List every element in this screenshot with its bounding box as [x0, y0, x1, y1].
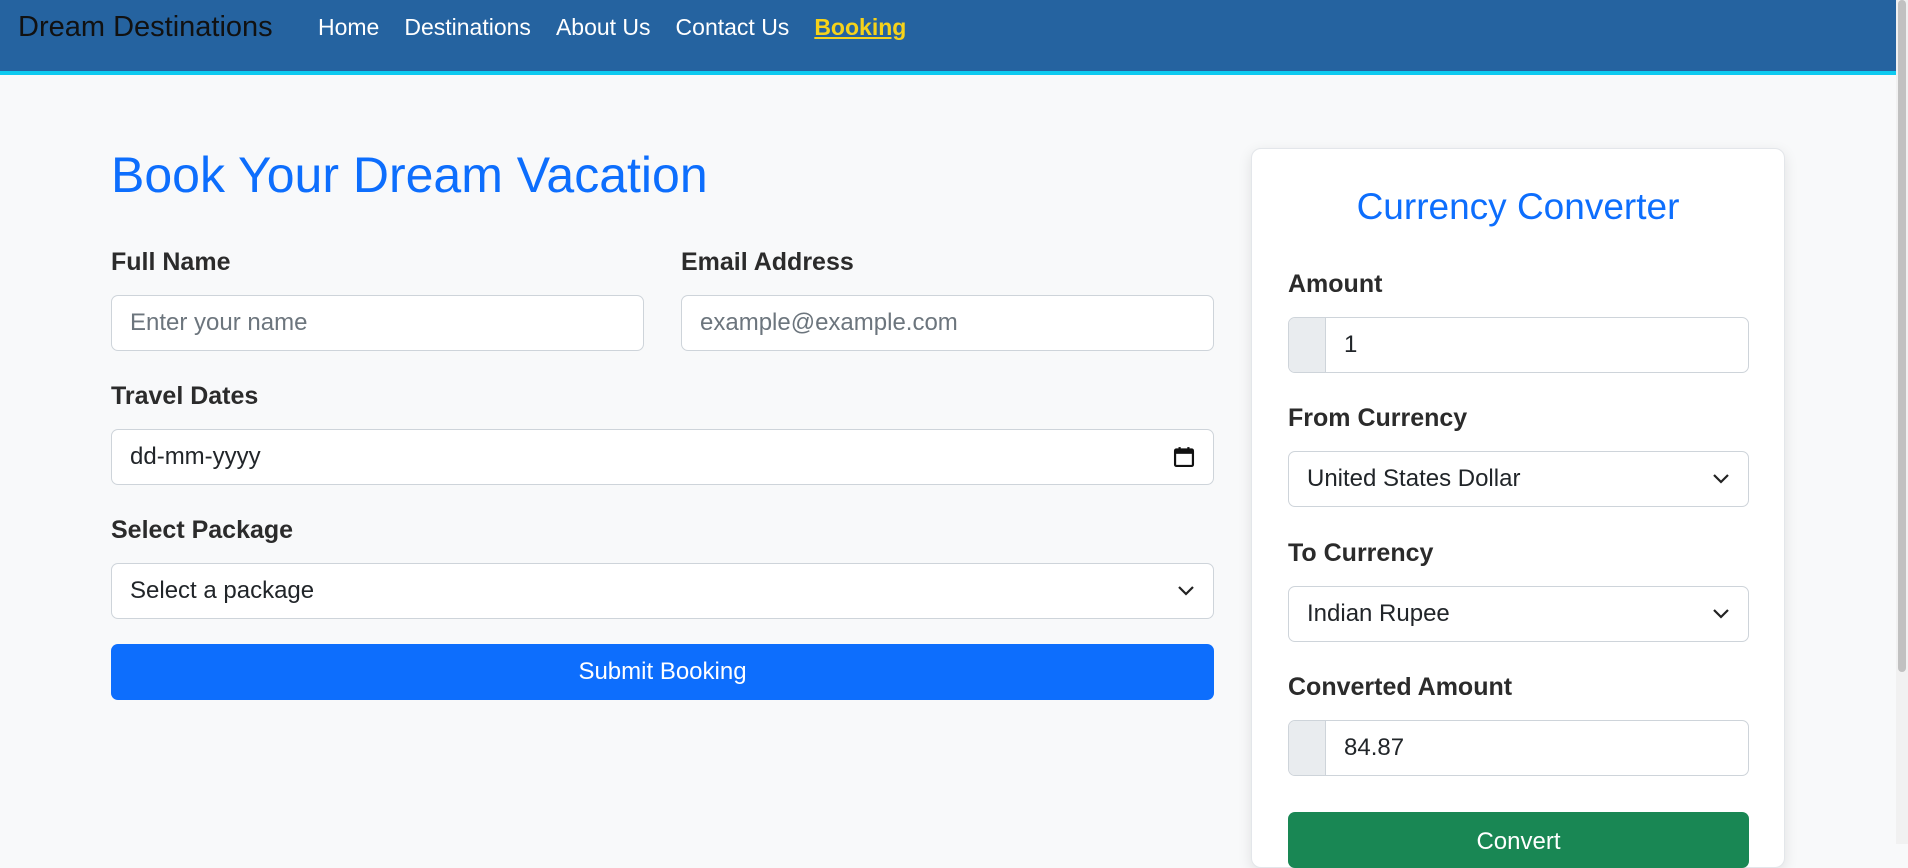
nav-link-contact-us[interactable]: Contact Us: [676, 12, 790, 42]
to-currency-select[interactable]: Indian Rupee: [1288, 586, 1749, 642]
package-select-value: Select a package: [130, 577, 315, 604]
chevron-down-icon: [1178, 586, 1194, 596]
from-currency-value: United States Dollar: [1307, 465, 1521, 492]
to-currency-value: Indian Rupee: [1307, 600, 1450, 627]
email-input[interactable]: [681, 295, 1214, 351]
amount-input[interactable]: 1: [1288, 317, 1749, 373]
converted-amount-value: 84.87: [1344, 734, 1405, 761]
amount-value[interactable]: 1: [1326, 318, 1748, 372]
brand-logo[interactable]: Dream Destinations: [18, 9, 273, 45]
chevron-down-icon: [1713, 474, 1729, 484]
converted-amount-field[interactable]: 84.87: [1288, 720, 1749, 776]
nav-link-destinations[interactable]: Destinations: [404, 12, 531, 42]
nav-link-home[interactable]: Home: [318, 12, 379, 42]
package-select[interactable]: Select a package: [111, 563, 1214, 619]
travel-dates-placeholder: dd-mm-yyyy: [130, 443, 261, 470]
convert-button[interactable]: Convert: [1288, 812, 1749, 868]
to-currency-label: To Currency: [1288, 539, 1434, 567]
email-label: Email Address: [681, 248, 854, 276]
full-name-input[interactable]: [111, 295, 644, 351]
from-currency-label: From Currency: [1288, 404, 1468, 432]
currency-converter-card: Currency Converter Amount 1 From Currenc…: [1251, 148, 1785, 868]
chevron-down-icon: [1713, 609, 1729, 619]
amount-label: Amount: [1288, 270, 1383, 298]
nav-link-booking[interactable]: Booking: [814, 12, 906, 42]
amount-addon: [1289, 318, 1326, 372]
travel-dates-input[interactable]: dd-mm-yyyy: [111, 429, 1214, 485]
from-currency-select[interactable]: United States Dollar: [1288, 451, 1749, 507]
page-scrollbar[interactable]: [1896, 0, 1908, 844]
submit-booking-button[interactable]: Submit Booking: [111, 644, 1214, 700]
calendar-icon[interactable]: [1173, 446, 1195, 468]
full-name-label: Full Name: [111, 248, 231, 276]
scrollbar-thumb[interactable]: [1898, 0, 1906, 672]
nav-link-about-us[interactable]: About Us: [556, 12, 651, 42]
select-package-label: Select Package: [111, 516, 294, 544]
navbar: Dream Destinations Home Destinations Abo…: [0, 0, 1896, 75]
page-title: Book Your Dream Vacation: [111, 147, 708, 203]
nav-links: Home Destinations About Us Contact Us Bo…: [318, 12, 931, 42]
converted-amount-addon: [1289, 721, 1326, 775]
converted-amount-label: Converted Amount: [1288, 673, 1513, 701]
converter-title: Currency Converter: [1356, 186, 1680, 227]
travel-dates-label: Travel Dates: [111, 382, 259, 410]
